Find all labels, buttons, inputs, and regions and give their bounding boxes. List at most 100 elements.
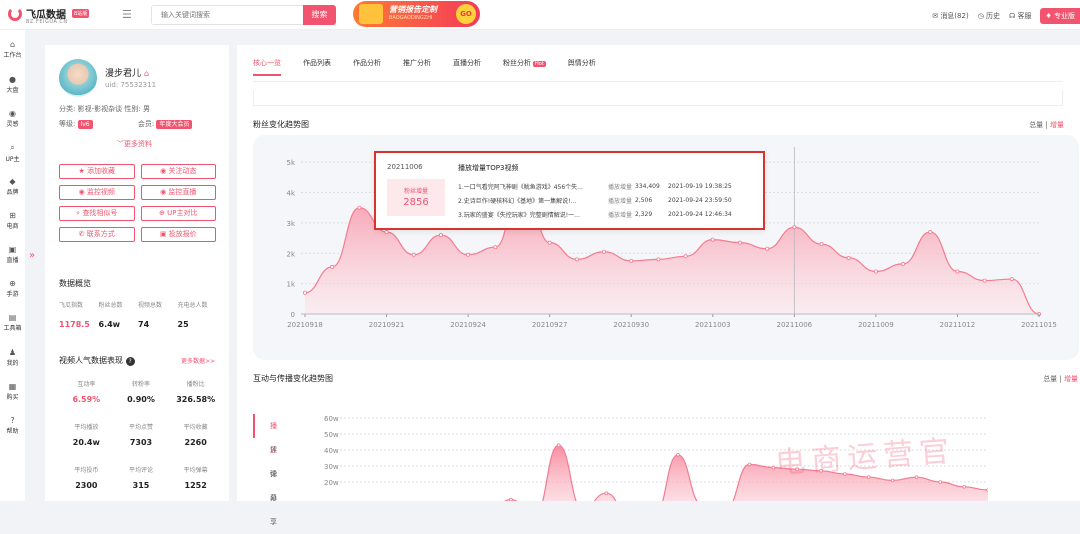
expand-arrow-icon[interactable]: »	[29, 250, 35, 261]
action-button[interactable]: ✆ 联系方式	[59, 227, 135, 242]
toggle-total[interactable]: 总量	[1029, 121, 1043, 129]
data-point[interactable]	[602, 249, 607, 254]
toggle-increment-2[interactable]: 增量	[1064, 375, 1078, 383]
data-point[interactable]	[771, 465, 776, 470]
tab-6[interactable]: 舆情分析	[568, 58, 596, 68]
nav-item[interactable]: ▣ 直播	[0, 245, 25, 264]
data-point[interactable]	[866, 475, 871, 479]
data-point[interactable]	[384, 230, 389, 235]
action-button[interactable]: ◉ 监控直播	[140, 185, 216, 200]
data-point[interactable]	[938, 480, 943, 484]
data-point[interactable]	[574, 257, 579, 262]
video-stat: 互动率 6.59%	[59, 379, 114, 404]
tooltip-row[interactable]: 3.玩家的盛宴《失控玩家》完整剧情解说!一... 播放增量 2,329 2021-09…	[458, 207, 758, 221]
data-point[interactable]	[955, 269, 960, 274]
data-point[interactable]	[629, 258, 634, 263]
data-point[interactable]	[357, 205, 362, 210]
interact-tab[interactable]: 评论	[253, 438, 281, 478]
home-icon[interactable]: ⌂	[144, 69, 149, 78]
data-point[interactable]	[792, 225, 797, 230]
data-point[interactable]	[914, 475, 919, 479]
action-button[interactable]: ★ 添加收藏	[59, 164, 135, 179]
data-point[interactable]	[710, 237, 715, 242]
data-point[interactable]	[604, 491, 609, 495]
pie-icon: ●	[9, 75, 16, 84]
gamepad-icon: ⊕	[9, 279, 16, 288]
data-point[interactable]	[656, 257, 661, 262]
data-point[interactable]	[846, 255, 851, 260]
data-point[interactable]	[466, 252, 471, 257]
pro-version-button[interactable]: ♦ 专业版	[1040, 8, 1080, 24]
data-point[interactable]	[683, 254, 688, 259]
data-point[interactable]	[493, 245, 498, 250]
search-input[interactable]	[152, 6, 302, 24]
hot-badge: Hot	[533, 61, 546, 67]
more-data-link[interactable]: 更多数据>>	[181, 356, 215, 365]
data-point[interactable]	[303, 290, 308, 295]
help-icon[interactable]: ?	[125, 357, 135, 366]
data-point[interactable]	[982, 278, 987, 283]
history-link[interactable]: ◷ 历史	[978, 11, 1000, 21]
data-point[interactable]	[928, 230, 933, 235]
data-point[interactable]	[1009, 277, 1014, 282]
more-info-link[interactable]: ﹀更多资料	[117, 139, 152, 149]
data-point[interactable]	[890, 478, 895, 483]
data-point[interactable]	[676, 452, 680, 457]
tooltip-fans-box: 粉丝增量 2856	[387, 179, 445, 216]
nav-item[interactable]: ⊕ 手游	[0, 279, 25, 298]
data-point[interactable]	[747, 462, 752, 467]
nav-item[interactable]: ♟ 我的	[0, 348, 25, 367]
toggle-total-2[interactable]: 总量	[1043, 375, 1057, 383]
interact-tab[interactable]: 弹幕	[253, 462, 281, 502]
data-point[interactable]	[873, 269, 878, 274]
data-point[interactable]	[819, 242, 824, 247]
nav-item[interactable]: ⌕ UP主	[0, 143, 25, 163]
action-button[interactable]: ▣ 投放报价	[140, 227, 216, 242]
toggle-increment[interactable]: 增量	[1050, 121, 1064, 129]
action-button[interactable]: ⌕ 查找相似号	[59, 206, 135, 221]
tab-0[interactable]: 核心一览	[253, 58, 281, 76]
nav-item[interactable]: ? 帮助	[0, 416, 25, 435]
nav-item[interactable]: ▤ 工具箱	[0, 313, 25, 332]
data-point[interactable]	[765, 246, 770, 251]
data-point[interactable]	[330, 264, 335, 269]
tooltip-row[interactable]: 1.一口气看完阿飞神剧《鱿鱼游戏》456个失... 播放增量 334,409 2021…	[458, 179, 758, 193]
interact-tab[interactable]: 播放	[253, 414, 281, 454]
nav-item[interactable]: ⌂ 工作台	[0, 40, 25, 59]
nav-item[interactable]: ◉ 灵感	[0, 109, 25, 128]
data-point[interactable]	[411, 252, 416, 257]
data-point[interactable]	[438, 233, 443, 238]
search-button[interactable]: 搜索	[303, 5, 336, 25]
interact-tab[interactable]: 分享	[253, 486, 281, 526]
menu-icon[interactable]: ☰	[122, 8, 132, 21]
video-stat-label: 平均评论	[128, 467, 153, 474]
tab-1[interactable]: 作品列表	[303, 58, 331, 68]
tab-5[interactable]: 粉丝分析 Hot	[503, 58, 546, 68]
y-tick-label: 30w	[324, 463, 339, 471]
action-button[interactable]: ◉ 关注动态	[140, 164, 216, 179]
data-point[interactable]	[901, 261, 906, 266]
data-point[interactable]	[737, 240, 742, 245]
tooltip-row[interactable]: 2.史诗巨作!硬核科幻《基地》第一集解说!... 播放增量 2,506 2021-09…	[458, 193, 758, 207]
tab-3[interactable]: 推广分析	[403, 58, 431, 68]
service-link[interactable]: ☊ 客服	[1009, 11, 1031, 21]
nav-item[interactable]: ● 大盘	[0, 75, 25, 94]
gift-icon	[359, 4, 383, 24]
y-tick-label: 5k	[286, 159, 295, 167]
video-stat-value: 2260	[184, 438, 207, 447]
nav-item[interactable]: ▦ 购买	[0, 382, 25, 401]
data-point[interactable]	[547, 240, 552, 245]
messages-link[interactable]: ✉ 消息(82)	[932, 11, 968, 21]
promo-go-button[interactable]: GO	[456, 4, 476, 24]
data-point[interactable]	[986, 488, 988, 492]
nav-item[interactable]: ⊞ 电商	[0, 211, 25, 230]
tab-2[interactable]: 作品分析	[353, 58, 381, 68]
data-point[interactable]	[556, 443, 561, 447]
tab-4[interactable]: 直播分析	[453, 58, 481, 68]
action-button[interactable]: ◉ 监控视频	[59, 185, 135, 200]
nav-item[interactable]: ◆ 品牌	[0, 177, 25, 196]
promo-banner[interactable]: 营销报告定制 BAOGAODINGZHI GO	[353, 1, 480, 27]
data-point[interactable]	[962, 485, 966, 489]
action-label: 联系方式	[86, 230, 115, 238]
action-button[interactable]: ⊕ UP主对比	[140, 206, 216, 221]
